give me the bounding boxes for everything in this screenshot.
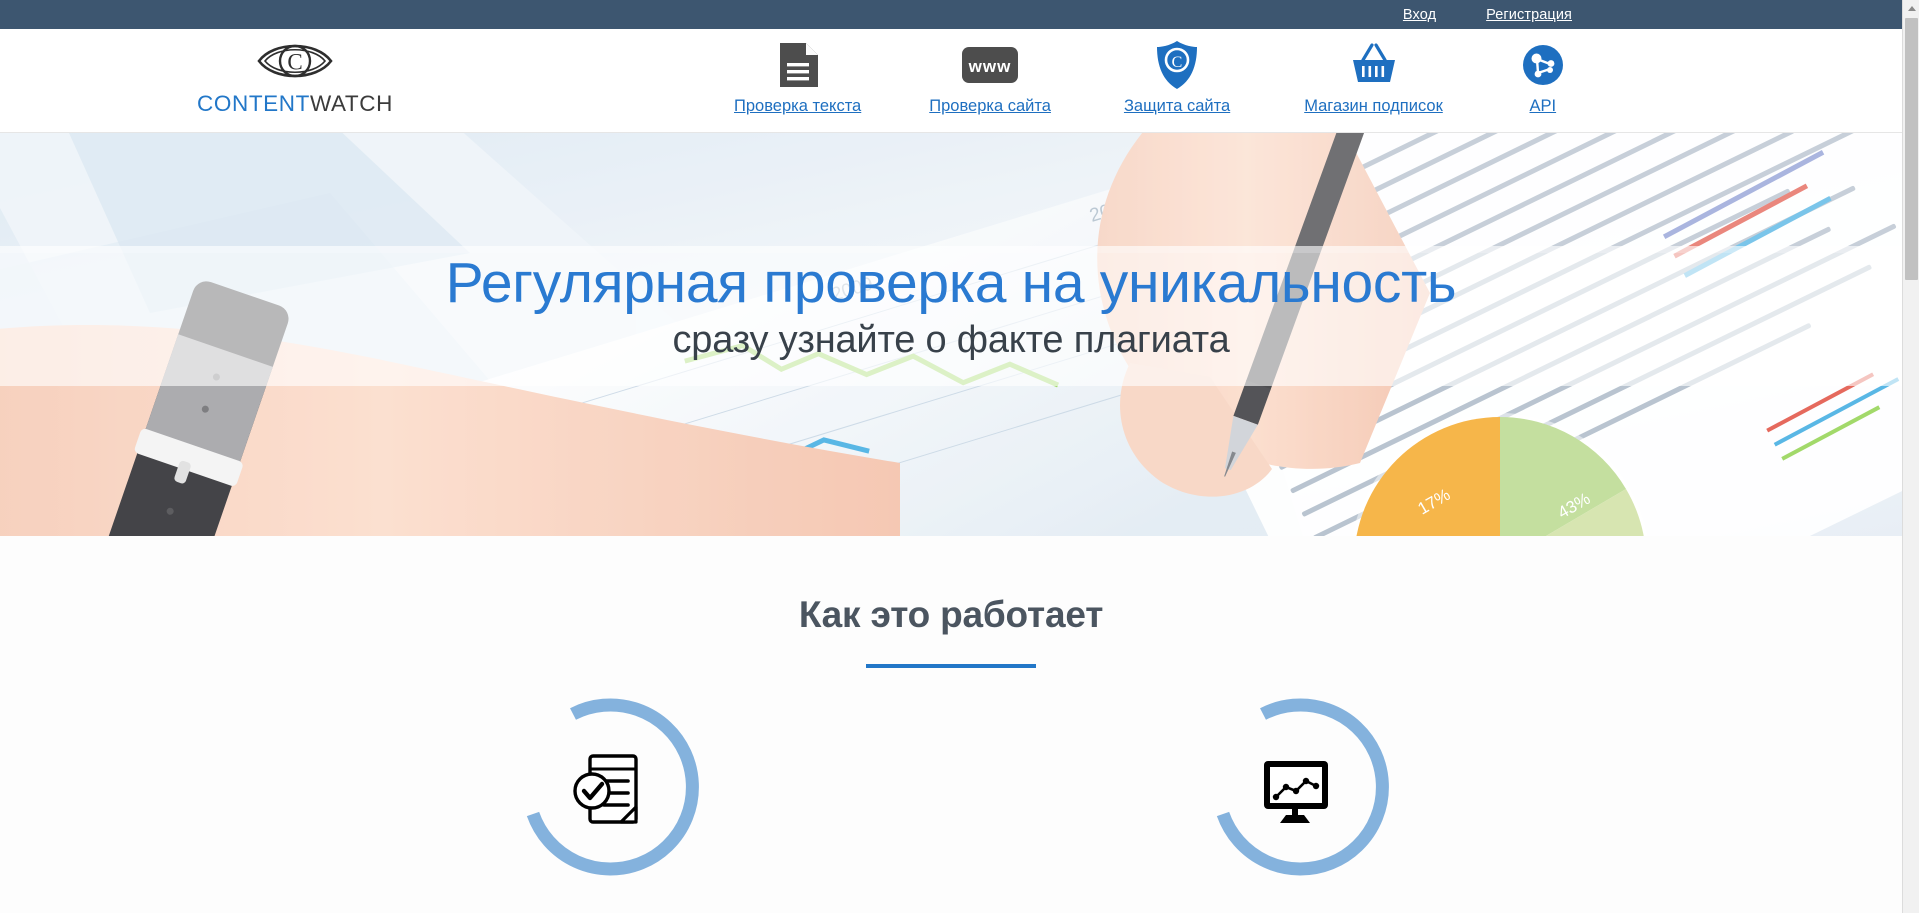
logo-word-content: CONTENT <box>197 91 310 116</box>
www-badge-icon: www <box>961 39 1019 91</box>
monitor-chart-icon <box>1248 743 1344 840</box>
main-navigation: Проверка текста www Проверка сайта C Защ… <box>720 39 1579 116</box>
scroll-up-arrow-icon[interactable] <box>1903 0 1919 17</box>
nav-item-text-check[interactable]: Проверка текста <box>720 39 875 116</box>
register-link[interactable]: Регистрация <box>1486 7 1572 23</box>
nav-item-site-check[interactable]: www Проверка сайта <box>915 39 1065 116</box>
login-link[interactable]: Вход <box>1403 7 1436 23</box>
document-lines-icon <box>776 39 820 91</box>
api-nodes-icon <box>1521 39 1565 91</box>
svg-text:www: www <box>968 57 1012 76</box>
page-root: Вход Регистрация C CONTENTWATCH Проверка… <box>0 0 1919 913</box>
page-scrollbar[interactable] <box>1902 0 1919 913</box>
nav-label: Проверка сайта <box>929 97 1051 115</box>
nav-item-api[interactable]: API <box>1507 39 1579 116</box>
how-it-works-section: Как это работает <box>0 536 1902 913</box>
nav-label: Магазин подписок <box>1304 97 1443 115</box>
logo-word-watch: WATCH <box>309 91 393 116</box>
document-check-icon <box>560 743 652 840</box>
svg-text:C: C <box>287 50 302 75</box>
site-logo[interactable]: C CONTENTWATCH <box>197 37 393 117</box>
nav-item-subscription-shop[interactable]: Магазин подписок <box>1290 39 1457 116</box>
how-it-works-steps <box>0 696 1902 886</box>
hero-title: Регулярная проверка на уникальность <box>445 251 1457 315</box>
top-utility-bar: Вход Регистрация <box>0 0 1902 29</box>
shield-copyright-icon: C <box>1155 39 1199 91</box>
how-it-works-title: Как это работает <box>798 594 1104 635</box>
eye-copyright-icon: C <box>256 37 334 85</box>
nav-label: Проверка текста <box>734 97 862 115</box>
scrollbar-thumb[interactable] <box>1905 18 1918 280</box>
site-header: C CONTENTWATCH Проверка текста www Прове… <box>0 29 1902 133</box>
nav-label: API <box>1529 97 1557 115</box>
hero-subtitle: сразу узнайте о факте плагиата <box>672 318 1230 361</box>
shopping-basket-icon <box>1349 39 1399 91</box>
hero-banner: 700 600 500 400 2009 2010 <box>0 133 1902 536</box>
title-accent-rule <box>866 664 1036 668</box>
nav-item-site-protection[interactable]: C Защита сайта <box>1110 39 1244 116</box>
nav-label: Защита сайта <box>1123 97 1231 115</box>
hero-text-block: Регулярная проверка на уникальность сраз… <box>0 251 1902 362</box>
step-document-check <box>511 696 701 886</box>
browser-viewport: Вход Регистрация C CONTENTWATCH Проверка… <box>0 0 1902 913</box>
logo-wordmark: CONTENTWATCH <box>197 91 393 117</box>
step-monitor-chart <box>1201 696 1391 886</box>
svg-text:C: C <box>1172 54 1183 71</box>
